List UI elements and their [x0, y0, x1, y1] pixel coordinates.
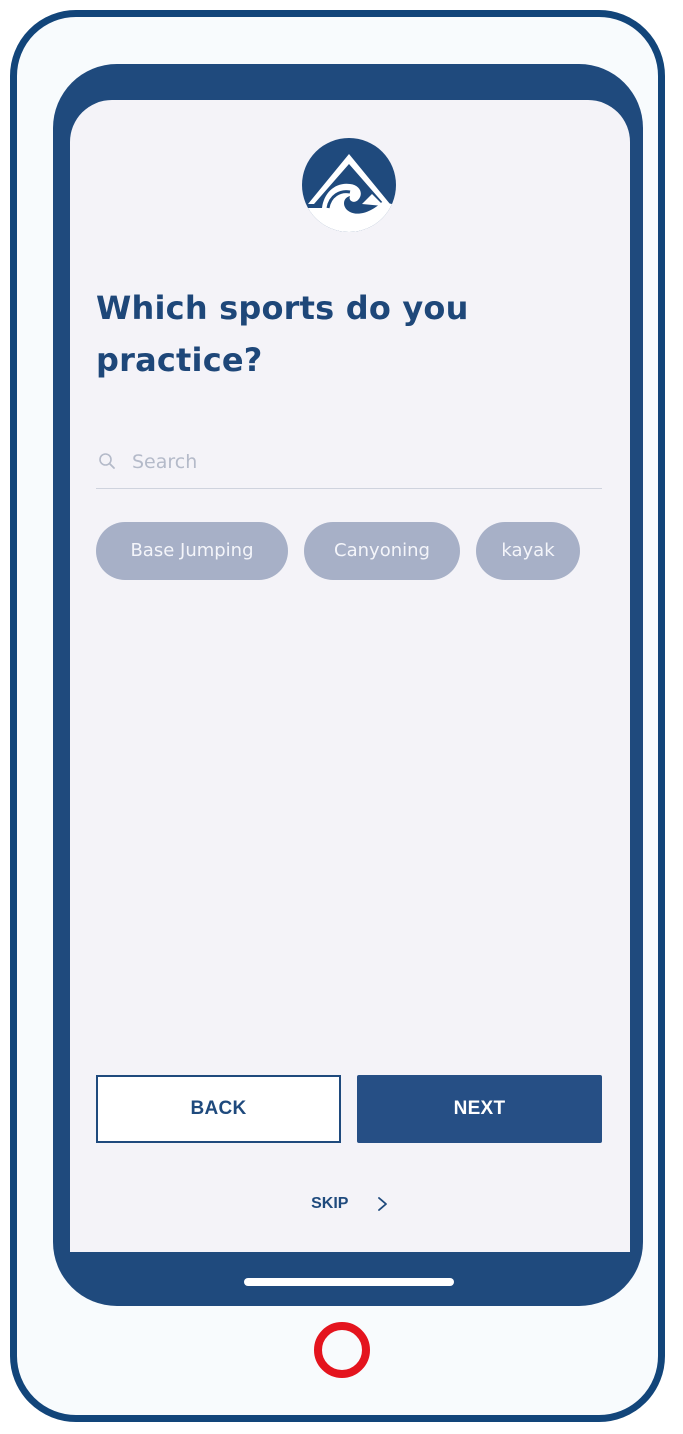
sport-chip-kayak[interactable]: kayak	[476, 522, 580, 580]
title-line-2: practice?	[96, 341, 263, 379]
sport-chip-canyoning[interactable]: Canyoning	[304, 522, 460, 580]
title-line-1: Which sports do you	[96, 289, 469, 327]
chevron-right-icon	[377, 1197, 387, 1211]
search-field[interactable]	[96, 438, 602, 489]
app-screen: Which sports do you practice? Base Jumpi…	[70, 100, 630, 1252]
skip-label: SKIP	[311, 1195, 349, 1212]
search-icon	[99, 453, 115, 469]
skip-link[interactable]: SKIP	[70, 1195, 630, 1213]
home-button[interactable]	[314, 1322, 370, 1378]
page-title: Which sports do you practice?	[96, 282, 576, 386]
home-indicator[interactable]	[244, 1278, 454, 1286]
back-button[interactable]: BACK	[96, 1075, 341, 1143]
search-input[interactable]	[132, 444, 582, 480]
next-button[interactable]: NEXT	[357, 1075, 602, 1143]
mountain-wave-logo-icon	[302, 138, 396, 232]
sport-chip-base-jumping[interactable]: Base Jumping	[96, 522, 288, 580]
